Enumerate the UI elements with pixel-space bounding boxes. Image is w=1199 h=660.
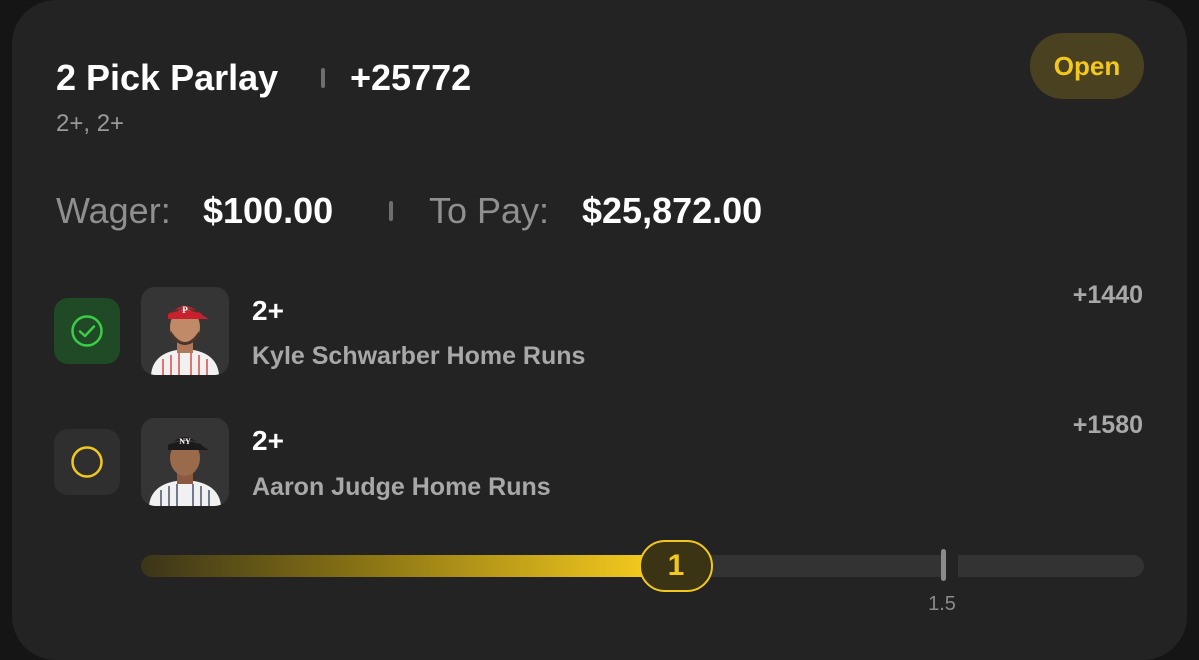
leg-line: 2+ xyxy=(252,295,284,326)
leg-odds: +1440 xyxy=(1072,281,1143,309)
to-pay-amount: $25,872.00 xyxy=(582,190,763,231)
wager-label: Wager: xyxy=(56,190,171,231)
target-marker xyxy=(941,549,946,581)
leg-market: Kyle Schwarber Home Runs xyxy=(252,342,586,370)
player-avatar: NY xyxy=(141,418,229,506)
track-gap xyxy=(944,555,958,577)
check-circle-icon xyxy=(71,315,103,347)
leg-status-won xyxy=(54,298,120,364)
leg-line: 2+ xyxy=(252,425,284,456)
total-odds: +25772 xyxy=(350,57,472,98)
target-label: 1.5 xyxy=(928,593,956,615)
player-headshot-icon: NY xyxy=(141,418,229,506)
progress-count: 1 xyxy=(639,540,713,592)
svg-text:NY: NY xyxy=(179,437,191,446)
bet-title: 2 Pick Parlay xyxy=(56,57,279,98)
status-badge: Open xyxy=(1030,33,1144,99)
title-separator xyxy=(321,68,325,88)
parlay-card[interactable]: 2 Pick Parlay +25772 2+, 2+ Open Wager: … xyxy=(12,0,1187,660)
bet-subtitle: 2+, 2+ xyxy=(56,110,125,137)
player-avatar: P xyxy=(141,287,229,375)
leg-market: Aaron Judge Home Runs xyxy=(252,473,551,501)
svg-text:P: P xyxy=(182,305,188,315)
to-pay-label: To Pay: xyxy=(429,190,550,231)
leg-odds: +1580 xyxy=(1072,411,1143,439)
wager-amount: $100.00 xyxy=(203,190,334,231)
player-headshot-icon: P xyxy=(141,287,229,375)
wager-separator xyxy=(389,201,393,221)
progress-fill xyxy=(141,555,643,577)
pending-circle-icon xyxy=(71,446,103,478)
leg-status-pending xyxy=(54,429,120,495)
